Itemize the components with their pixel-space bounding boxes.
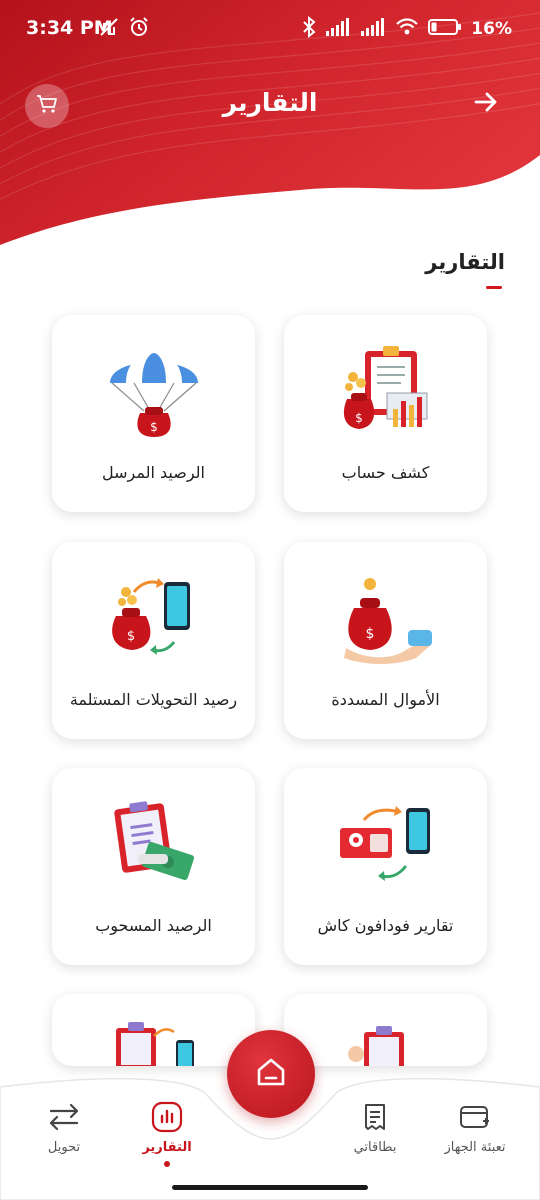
card-topup-icon — [425, 1100, 525, 1134]
home-icon — [253, 1054, 289, 1094]
card-received-transfers[interactable]: $ رصيد التحويلات المستلمة — [52, 542, 255, 739]
received-transfers-icon: $ — [52, 568, 255, 668]
card-account-statement[interactable]: $ كشف حساب — [284, 315, 487, 512]
nav-item-device-topup[interactable]: تعبئة الجهاز — [425, 1100, 525, 1155]
nav-label: التقارير — [142, 1140, 192, 1155]
account-statement-icon: $ — [284, 341, 487, 441]
card-label: الرصيد المسحوب — [95, 916, 212, 935]
card-label: رصيد التحويلات المستلمة — [69, 690, 238, 709]
svg-text:$: $ — [150, 420, 158, 434]
nav-item-my-cards[interactable]: بطاقاتي — [325, 1100, 425, 1155]
card-partial-left[interactable] — [52, 994, 255, 1070]
card-paid-money[interactable]: $ الأموال المسددة — [284, 542, 487, 739]
data-saver-icon — [98, 16, 120, 42]
card-label: الرصيد المرسل — [102, 463, 205, 482]
vodafone-cash-icon — [284, 794, 487, 894]
status-bar: 3:34 PM 16% — [0, 0, 540, 58]
system-home-indicator[interactable] — [172, 1185, 368, 1190]
home-fab-button[interactable] — [227, 1030, 315, 1118]
header: 3:34 PM 16% التقارير — [0, 0, 540, 250]
report-clipboard-icon — [344, 1024, 424, 1072]
card-withdrawn-balance[interactable]: الرصيد المسحوب — [52, 768, 255, 965]
signal-icon — [325, 17, 351, 41]
report-transfer-icon — [110, 1018, 200, 1070]
svg-text:$: $ — [355, 411, 363, 425]
section-title-underline — [486, 286, 502, 289]
paid-money-icon: $ — [284, 568, 487, 668]
wifi-icon — [395, 17, 419, 41]
svg-text:$: $ — [126, 629, 134, 644]
reports-icon — [117, 1100, 217, 1134]
arrow-right-icon — [472, 88, 500, 120]
battery-icon — [428, 18, 462, 40]
nav-label: تحويل — [47, 1140, 81, 1155]
receipt-icon — [325, 1100, 425, 1134]
battery-percentage: 16% — [471, 19, 512, 39]
card-sent-balance[interactable]: $ الرصيد المرسل — [52, 315, 255, 512]
back-button[interactable] — [470, 88, 502, 120]
nav-item-reports[interactable]: التقارير — [117, 1100, 217, 1155]
card-label: تقارير فودافون كاش — [317, 916, 454, 935]
active-indicator-dot — [164, 1161, 170, 1167]
nav-label: تعبئة الجهاز — [444, 1140, 506, 1155]
card-partial-right[interactable] — [284, 994, 487, 1072]
alarm-icon — [128, 16, 150, 42]
nav-item-transfer[interactable]: تحويل — [14, 1100, 114, 1155]
card-label: الأموال المسددة — [331, 690, 440, 709]
section-title: التقارير — [425, 250, 505, 274]
signal-icon — [360, 17, 386, 41]
card-label: كشف حساب — [341, 463, 430, 482]
withdrawn-balance-icon — [52, 794, 255, 894]
svg-text:$: $ — [365, 626, 374, 642]
bluetooth-icon — [302, 15, 316, 42]
nav-label: بطاقاتي — [353, 1140, 397, 1155]
parachute-money-icon: $ — [52, 341, 255, 441]
page-title: التقارير — [222, 88, 318, 117]
transfer-icon — [14, 1100, 114, 1134]
card-vodafone-cash-reports[interactable]: تقارير فودافون كاش — [284, 768, 487, 965]
